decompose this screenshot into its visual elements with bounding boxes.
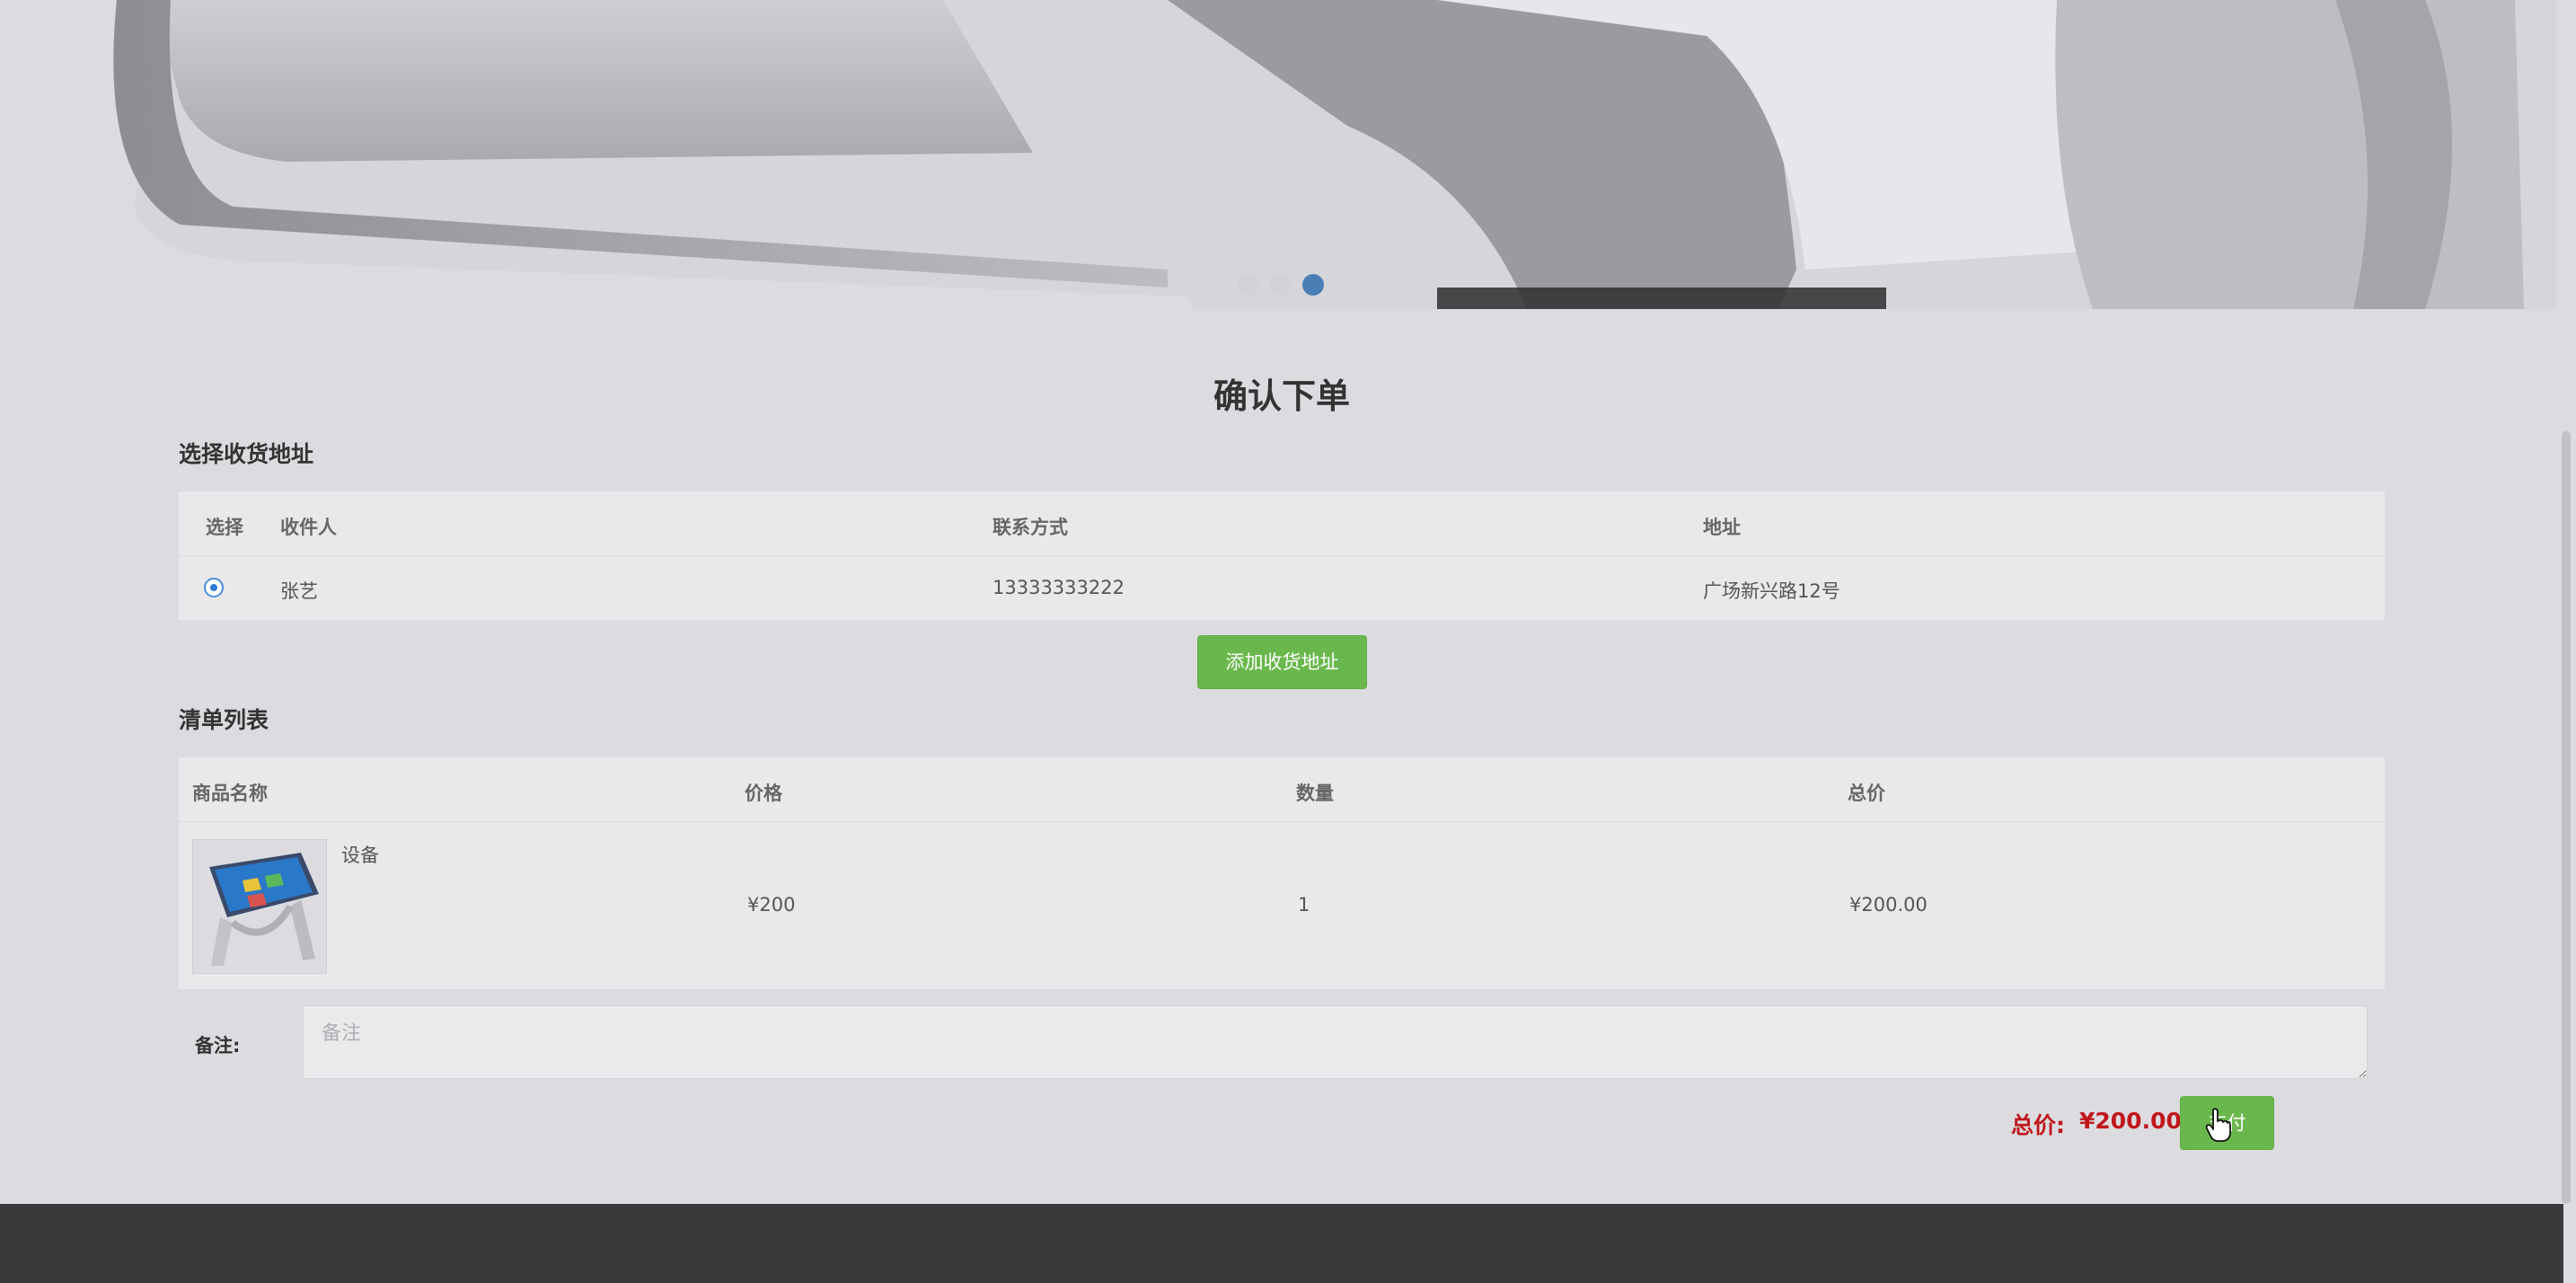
product-thumbnail[interactable] bbox=[192, 839, 327, 974]
total-value: ¥200.00 bbox=[2079, 1108, 2182, 1134]
carousel-dot-active[interactable] bbox=[1302, 274, 1324, 296]
page-title: 确认下单 bbox=[1213, 376, 1350, 416]
address-contact: 13333333222 bbox=[992, 577, 1125, 598]
address-recipient: 张艺 bbox=[280, 580, 318, 602]
address-row[interactable]: 张艺 13333333222 广场新兴路12号 bbox=[179, 556, 2385, 620]
order-section-title: 清单列表 bbox=[179, 707, 269, 733]
remark-input[interactable] bbox=[303, 1005, 2368, 1079]
remark-label: 备注: bbox=[195, 1035, 241, 1057]
address-table: 选择 收件人 联系方式 地址 张艺 13333333222 广场新兴路12号 bbox=[179, 491, 2385, 620]
order-table-header: 商品名称 价格 数量 总价 bbox=[179, 757, 2385, 822]
header-select: 选择 bbox=[206, 517, 243, 538]
header-address: 地址 bbox=[1703, 517, 1741, 538]
total-label: 总价: bbox=[2011, 1112, 2065, 1138]
product-total: ¥200.00 bbox=[1849, 894, 1928, 916]
carousel-dots bbox=[1238, 274, 1324, 296]
add-address-button[interactable]: 添加收货地址 bbox=[1197, 635, 1367, 689]
header-product-name: 商品名称 bbox=[192, 783, 268, 804]
order-row: 设备 ¥200 1 ¥200.00 bbox=[179, 822, 2385, 989]
header-quantity: 数量 bbox=[1296, 783, 1334, 804]
header-total: 总价 bbox=[1848, 783, 1885, 804]
header-recipient: 收件人 bbox=[280, 517, 337, 538]
carousel-dot[interactable] bbox=[1238, 274, 1259, 296]
order-table: 商品名称 价格 数量 总价 设备 ¥200 1 ¥200.00 bbox=[179, 757, 2385, 989]
address-text: 广场新兴路12号 bbox=[1703, 580, 1840, 602]
banner-carousel[interactable] bbox=[0, 0, 2556, 309]
carousel-dot[interactable] bbox=[1270, 274, 1292, 296]
scrollbar-thumb[interactable] bbox=[2562, 431, 2571, 1204]
product-price: ¥200 bbox=[747, 894, 796, 916]
footer bbox=[0, 1204, 2563, 1283]
product-quantity: 1 bbox=[1298, 894, 1310, 916]
address-radio[interactable] bbox=[204, 578, 224, 597]
hand-cursor-icon bbox=[2205, 1108, 2231, 1142]
banner-image bbox=[0, 0, 2556, 309]
header-price: 价格 bbox=[745, 783, 782, 804]
address-section-title: 选择收货地址 bbox=[179, 441, 314, 467]
header-contact: 联系方式 bbox=[992, 517, 1068, 538]
product-name: 设备 bbox=[341, 845, 379, 866]
address-table-header: 选择 收件人 联系方式 地址 bbox=[179, 491, 2385, 556]
